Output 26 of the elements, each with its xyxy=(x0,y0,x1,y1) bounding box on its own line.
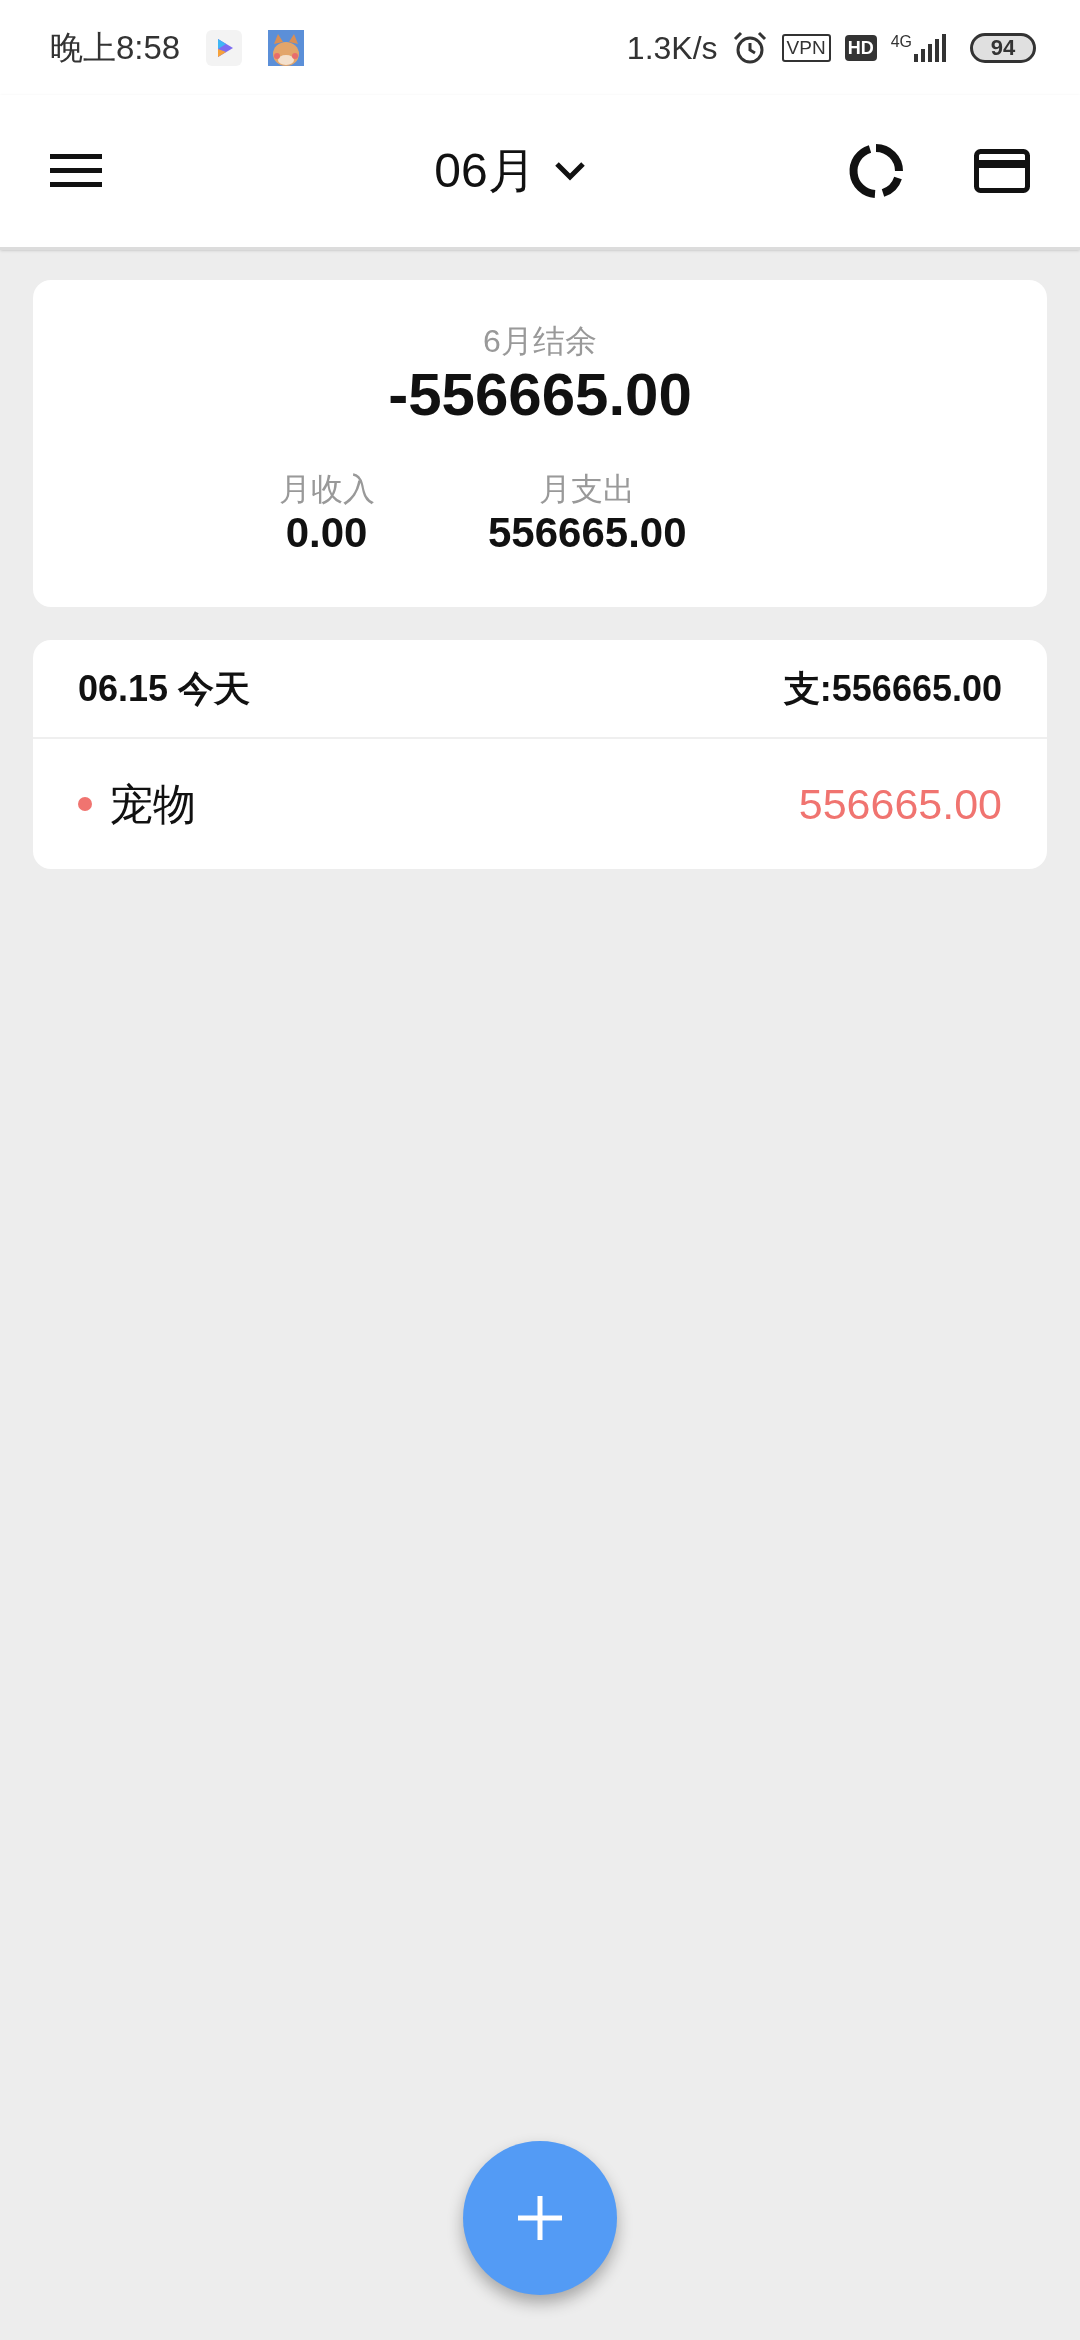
menu-icon[interactable] xyxy=(50,152,102,190)
balance-label: 6月结余 xyxy=(483,322,597,360)
expense-amount: 556665.00 xyxy=(488,508,687,558)
income-label: 月收入 xyxy=(278,470,375,508)
card-icon[interactable] xyxy=(974,149,1030,193)
day-date: 06.15 今天 xyxy=(78,666,251,711)
expense-label: 月支出 xyxy=(539,470,636,508)
signal-icon xyxy=(914,33,948,62)
donut-chart-icon[interactable] xyxy=(848,143,904,199)
day-total: 支:556665.00 xyxy=(783,666,1002,711)
play-app-icon xyxy=(206,29,243,66)
balance-amount: -556665.00 xyxy=(388,360,692,430)
vpn-indicator: VPN xyxy=(781,33,831,62)
battery-indicator: 94 xyxy=(970,32,1036,63)
plus-icon xyxy=(518,2196,562,2240)
income-amount: 0.00 xyxy=(285,508,368,558)
entry-category: 宠物 xyxy=(110,778,196,830)
network-type: 4G xyxy=(890,33,912,50)
hd-indicator: HD xyxy=(844,34,877,61)
network-speed: 1.3K/s xyxy=(626,28,718,68)
caret-icon xyxy=(553,161,586,181)
entry-row[interactable]: 宠物 556665.00 xyxy=(33,739,1047,869)
alarm-icon xyxy=(731,30,768,65)
status-time: 晚上8:58 xyxy=(50,27,181,68)
entry-amount: 556665.00 xyxy=(798,778,1002,830)
month-selector[interactable]: 06月 xyxy=(434,135,586,207)
